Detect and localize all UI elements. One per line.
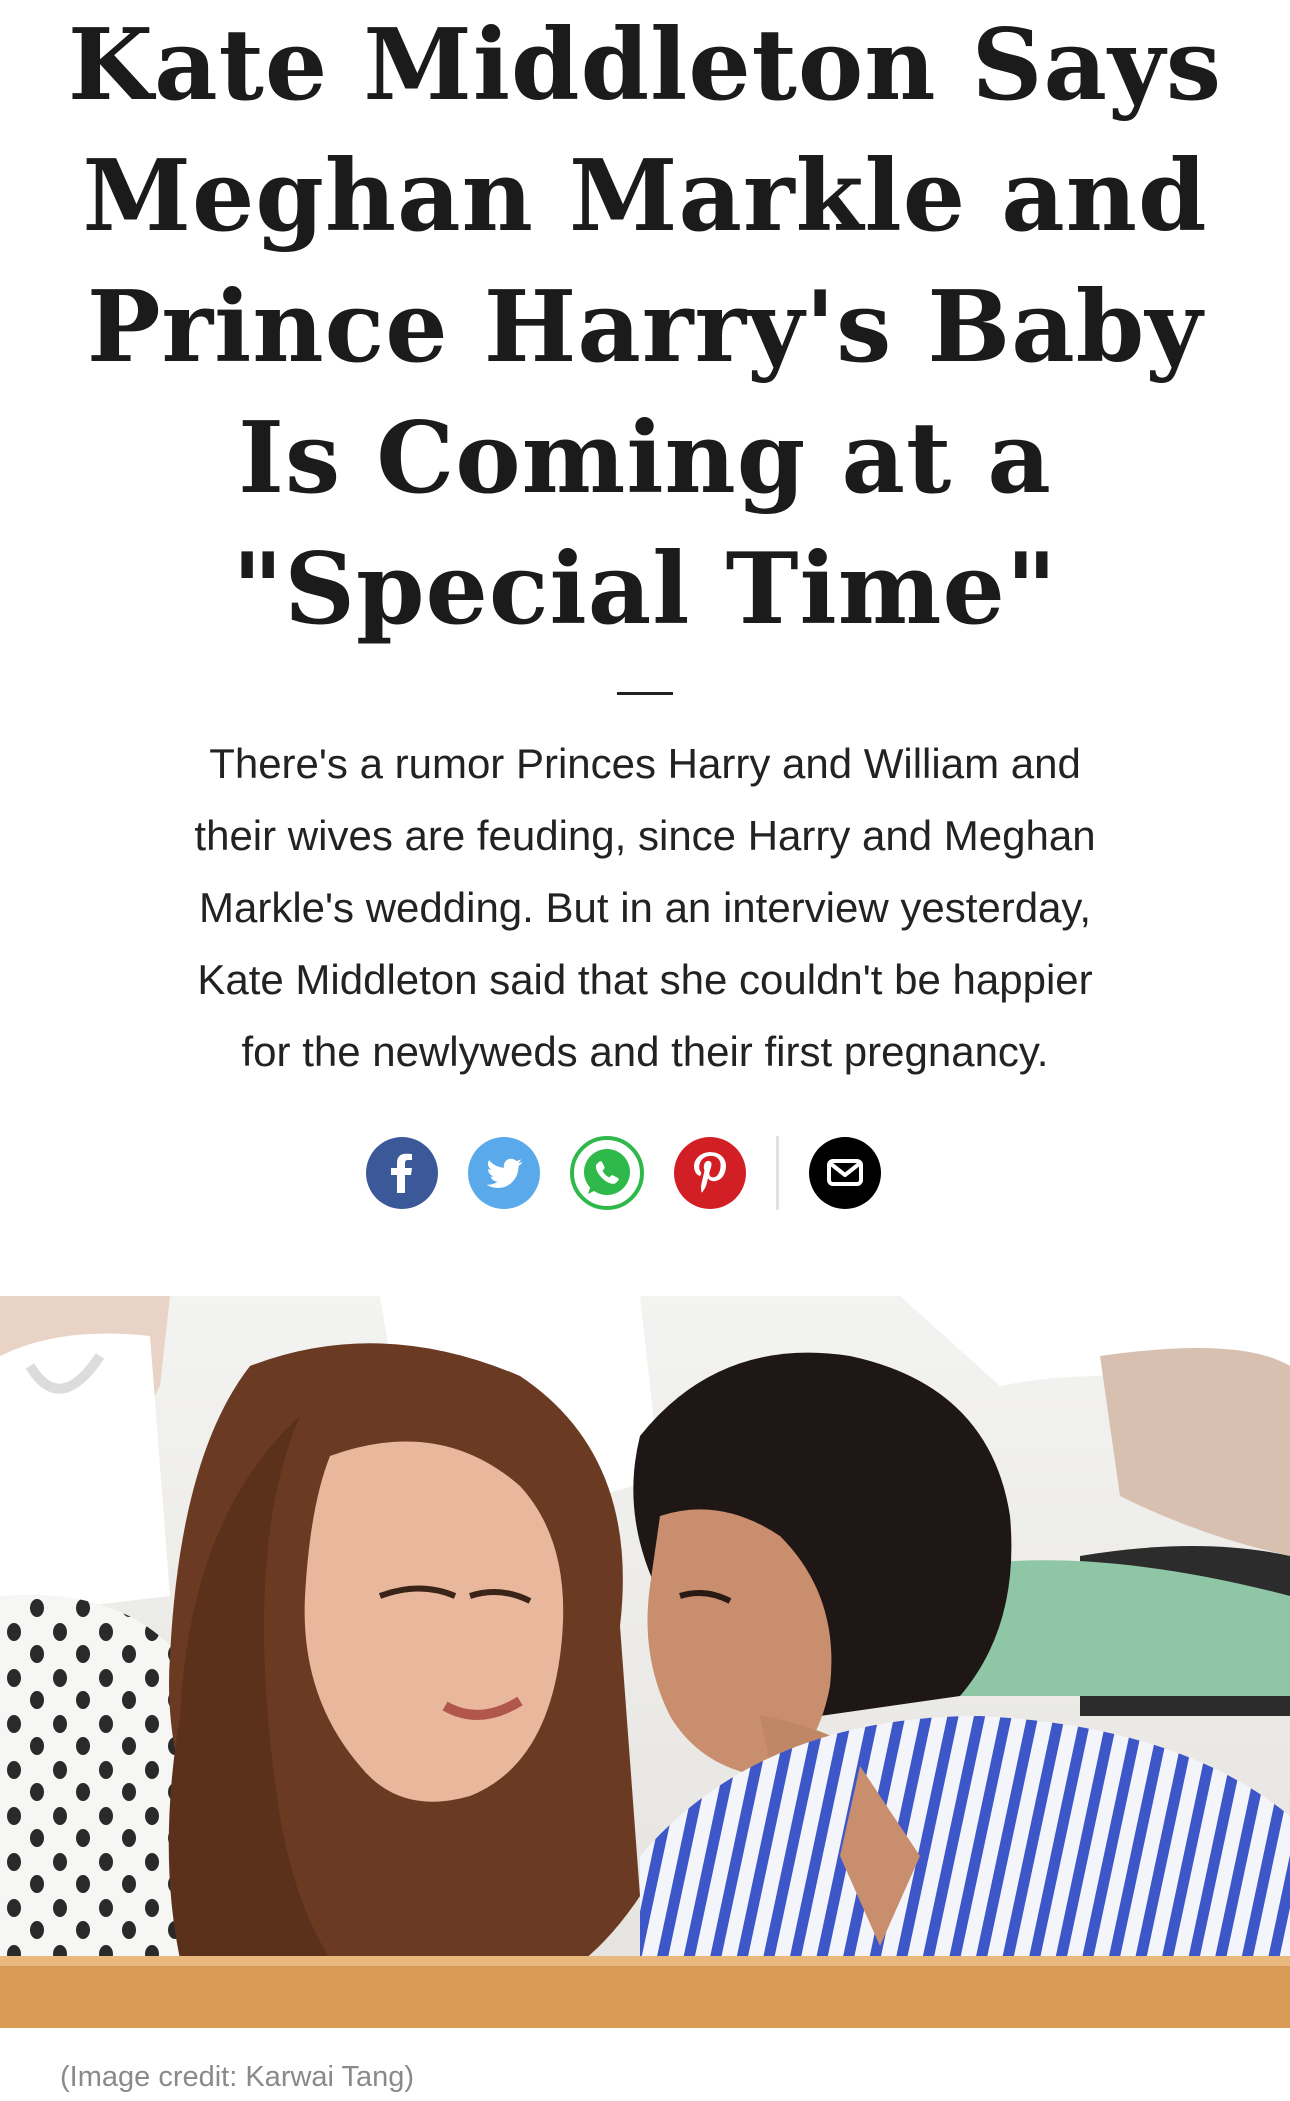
standfirst-line: for the newlyweds and their first pregna… (241, 1028, 1049, 1075)
headline-line: "Special Time" (232, 532, 1058, 647)
share-bar (366, 1136, 881, 1210)
article-photo (0, 1296, 1290, 2028)
standfirst-line: There's a rumor Princes Harry and Willia… (209, 740, 1081, 787)
article-standfirst: There's a rumor Princes Harry and Willia… (80, 728, 1210, 1088)
standfirst-line: Kate Middleton said that she couldn't be… (197, 956, 1093, 1003)
email-icon (827, 1159, 863, 1186)
headline-line: Is Coming at a (238, 401, 1052, 516)
whatsapp-icon (584, 1149, 630, 1195)
headline-divider (617, 692, 673, 695)
standfirst-line: their wives are feuding, since Harry and… (194, 812, 1096, 859)
twitter-icon (486, 1158, 523, 1188)
pinterest-icon (694, 1152, 726, 1193)
headline-line: Prince Harry's Baby (86, 270, 1204, 385)
twitter-share-button[interactable] (468, 1137, 540, 1209)
headline-line: Meghan Markle and (82, 139, 1208, 254)
email-share-button[interactable] (809, 1137, 881, 1209)
pinterest-share-button[interactable] (674, 1137, 746, 1209)
facebook-share-button[interactable] (366, 1137, 438, 1209)
article-headline: Kate Middleton Says Meghan Markle and Pr… (60, 0, 1230, 655)
whatsapp-share-button[interactable] (570, 1136, 644, 1210)
article-photo-illustration (0, 1296, 1290, 2028)
headline-line: Kate Middleton Says (67, 8, 1223, 123)
image-caption: (Image credit: Karwai Tang) (60, 2061, 415, 2093)
standfirst-line: Markle's wedding. But in an interview ye… (199, 884, 1091, 931)
facebook-icon (391, 1153, 412, 1193)
share-separator (776, 1136, 779, 1210)
